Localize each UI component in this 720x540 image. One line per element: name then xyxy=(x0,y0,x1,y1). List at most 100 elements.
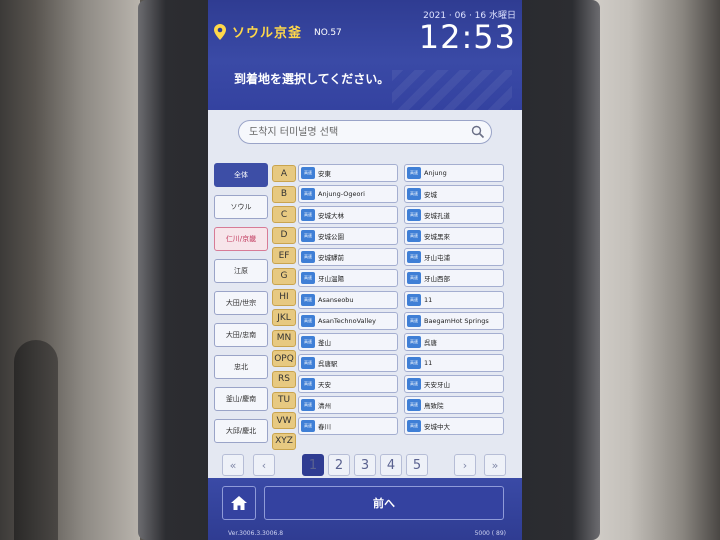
terminal-button[interactable]: 高速 Anjung-Ogeori xyxy=(298,185,398,204)
terminal-button[interactable]: 高速 Anjung xyxy=(404,164,504,182)
letter-index-button[interactable]: G xyxy=(272,267,296,285)
terminal-name: 牙山温陽 xyxy=(318,275,344,284)
region-category-button[interactable]: 釜山/慶南 xyxy=(214,387,268,411)
terminal-button[interactable]: 高速 天安 xyxy=(298,374,398,393)
letter-index-button[interactable]: VW xyxy=(272,412,296,430)
terminal-button[interactable]: 高速 安城公園 xyxy=(298,227,398,246)
terminal-button[interactable]: 高速 鳥致院 xyxy=(404,396,504,415)
terminal-button[interactable]: 高速 春川 xyxy=(298,417,398,436)
region-category-button[interactable]: 大邱/慶北 xyxy=(214,419,268,443)
terminal-button[interactable]: 高速 安城 xyxy=(404,185,504,204)
page-number-button[interactable]: 2 xyxy=(328,454,350,476)
letter-index-button[interactable]: XYZ xyxy=(272,432,296,450)
terminal-name: 鳥致院 xyxy=(424,402,444,411)
terminal-button[interactable]: 高速 Asanseobu xyxy=(298,290,398,309)
terminal-name: 安城孔道 xyxy=(424,212,450,221)
page-number-button[interactable]: 1 xyxy=(302,454,324,476)
letter-index-button[interactable]: OPQ xyxy=(272,350,296,368)
clock: 12:53 xyxy=(418,18,516,56)
letter-index-button[interactable]: C xyxy=(272,206,296,224)
terminal-name: 天安 xyxy=(318,380,331,389)
express-badge: 高速 xyxy=(301,356,315,369)
terminal-button[interactable]: 高速 呉唐 xyxy=(404,332,504,351)
region-category-button[interactable]: 江原 xyxy=(214,259,268,283)
express-badge: 高速 xyxy=(407,167,421,179)
terminal-button[interactable]: 高速 牙山西部 xyxy=(404,269,504,288)
terminal-name: Asanseobu xyxy=(318,295,354,304)
home-button[interactable] xyxy=(222,486,256,520)
express-badge: 高速 xyxy=(301,420,315,433)
letter-index-button[interactable]: A xyxy=(272,165,296,182)
terminal-button[interactable]: 高速 BaegamHot Springs xyxy=(404,311,504,330)
region-category-button[interactable]: 仁川/京畿 xyxy=(214,227,268,251)
terminal-button[interactable]: 高速 釜山 xyxy=(298,332,398,351)
home-icon xyxy=(231,496,247,510)
current-location: ソウル京釜 NO.57 xyxy=(214,22,342,41)
search-bar[interactable] xyxy=(238,120,492,144)
letter-index-button[interactable]: HI xyxy=(272,288,296,306)
terminal-button[interactable]: 高速 11 xyxy=(404,290,504,309)
terminal-button[interactable]: 高速 牙山温陽 xyxy=(298,269,398,288)
region-category-button[interactable]: 大田/忠南 xyxy=(214,323,268,347)
terminal-button[interactable]: 高速 11 xyxy=(404,353,504,372)
page-number-button[interactable]: 3 xyxy=(354,454,376,476)
terminal-button[interactable]: 高速 AsanTechnoValley xyxy=(298,311,398,330)
terminal-button[interactable]: 高速 安東 xyxy=(298,164,398,182)
express-badge: 高速 xyxy=(407,188,421,201)
terminal-button[interactable]: 高速 清州 xyxy=(298,396,398,415)
terminal-button[interactable]: 高速 安城黑來 xyxy=(404,227,504,246)
location-pin-icon xyxy=(214,23,226,40)
letter-index-button[interactable]: RS xyxy=(272,370,296,388)
letter-index-button[interactable]: D xyxy=(272,226,296,244)
search-icon[interactable] xyxy=(471,125,485,139)
terminal-button[interactable]: 高速 安城中大 xyxy=(404,417,504,436)
express-badge: 高速 xyxy=(407,251,421,264)
terminal-button[interactable]: 高速 安城驛前 xyxy=(298,248,398,267)
header: ソウル京釜 NO.57 2021 · 06 · 16 水曜日 12:53 到着地… xyxy=(208,0,522,110)
terminal-name: 安東 xyxy=(318,170,331,178)
letter-index-button[interactable]: B xyxy=(272,185,296,203)
express-badge: 高速 xyxy=(407,272,421,285)
express-badge: 高速 xyxy=(407,399,421,412)
terminal-name: 清州 xyxy=(318,402,331,411)
express-badge: 高速 xyxy=(301,209,315,222)
terminal-name: 安城 xyxy=(424,191,437,200)
region-category-button[interactable]: 全体 xyxy=(214,163,268,187)
last-page-button[interactable]: » xyxy=(484,454,506,476)
prev-page-button[interactable]: ‹ xyxy=(253,454,275,476)
letter-index-button[interactable]: MN xyxy=(272,329,296,347)
terminal-button[interactable]: 高速 天安牙山 xyxy=(404,374,504,393)
terminal-name: 呉唐 xyxy=(424,338,437,347)
terminal-button[interactable]: 高速 牙山屯浦 xyxy=(404,248,504,267)
back-button[interactable]: 前へ xyxy=(264,486,504,520)
express-badge: 高速 xyxy=(407,293,421,306)
letter-index-list: A B C D EF G HI JKL MN OPQ RS TU VW XYZ xyxy=(272,165,296,453)
terminal-button[interactable]: 高速 安城大林 xyxy=(298,206,398,225)
search-input[interactable] xyxy=(249,124,459,140)
terminal-button[interactable]: 高速 呉唐駅 xyxy=(298,353,398,372)
express-badge: 高速 xyxy=(301,230,315,243)
pagination: « ‹ 12345 › » xyxy=(208,454,522,478)
express-badge: 高速 xyxy=(407,356,421,369)
next-page-button[interactable]: › xyxy=(454,454,476,476)
region-category-button[interactable]: 忠北 xyxy=(214,355,268,379)
region-category-button[interactable]: ソウル xyxy=(214,195,268,219)
express-badge: 高速 xyxy=(301,399,315,412)
kiosk-ticket-slot xyxy=(14,340,58,540)
kiosk-left-panel xyxy=(0,0,140,540)
express-badge: 高速 xyxy=(407,230,421,243)
first-page-button[interactable]: « xyxy=(222,454,244,476)
terminal-name: 11 xyxy=(424,295,433,304)
page-number-button[interactable]: 4 xyxy=(380,454,402,476)
letter-index-button[interactable]: TU xyxy=(272,391,296,409)
footer: 前へ Ver.3006.3.3006.8 5000 ( 89) xyxy=(208,478,522,540)
region-category-button[interactable]: 大田/世宗 xyxy=(214,291,268,315)
letter-index-button[interactable]: JKL xyxy=(272,309,296,327)
terminal-name: Anjung-Ogeori xyxy=(318,190,365,199)
terminal-name: 安城大林 xyxy=(318,212,344,221)
page-number-button[interactable]: 5 xyxy=(406,454,428,476)
terminal-name: 釜山 xyxy=(318,338,331,347)
terminal-button[interactable]: 高速 安城孔道 xyxy=(404,206,504,225)
letter-index-button[interactable]: EF xyxy=(272,247,296,265)
express-badge: 高速 xyxy=(407,377,421,390)
